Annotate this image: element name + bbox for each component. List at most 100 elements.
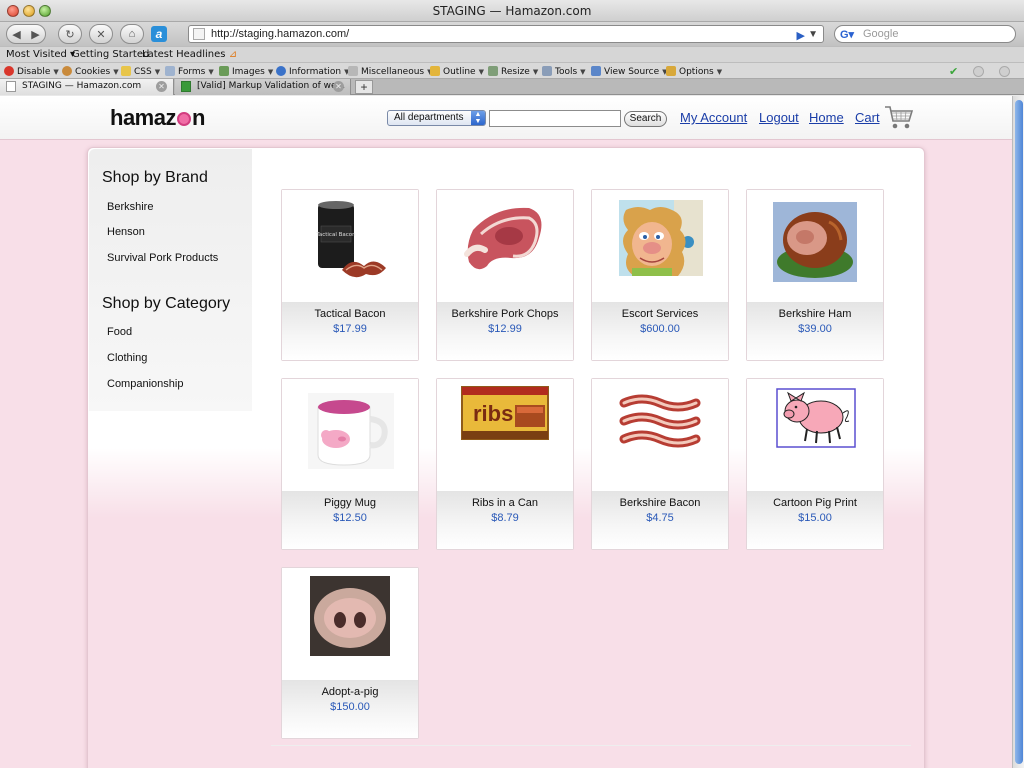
addon-a-icon[interactable]: a (151, 26, 167, 42)
logout-link[interactable]: Logout (759, 110, 799, 125)
devtool-disable[interactable]: Disable ▼ (4, 66, 59, 77)
outline-icon (430, 66, 440, 76)
devtool-options[interactable]: Options ▼ (666, 66, 722, 77)
footer-divider (271, 745, 911, 746)
product-card-berkshire-pork-chops[interactable]: Berkshire Pork Chops $12.99 (436, 189, 574, 361)
site-logo[interactable]: hamaz n (110, 105, 205, 131)
product-name[interactable]: Berkshire Bacon (592, 497, 728, 509)
url-dropdown-icon[interactable]: ▼ (808, 27, 818, 43)
product-image[interactable] (592, 379, 728, 491)
product-card-adopt-a-pig[interactable]: Adopt-a-pig $150.00 (281, 567, 419, 739)
product-name[interactable]: Cartoon Pig Print (747, 497, 883, 509)
tools-icon (542, 66, 552, 76)
product-name[interactable]: Escort Services (592, 308, 728, 320)
page-icon (193, 28, 205, 40)
devtool-css[interactable]: CSS ▼ (121, 66, 160, 77)
devtool-view-source[interactable]: View Source ▼ (591, 66, 668, 77)
product-image[interactable]: Tactical Bacon (282, 190, 418, 302)
devtool-forms[interactable]: Forms ▼ (165, 66, 214, 77)
browser-navbar: ◀ ▶ ↻ ✕ ⌂ a http://staging.hamazon.com/ ▶… (0, 22, 1024, 46)
cart-link[interactable]: Cart (855, 110, 880, 125)
devtool-resize[interactable]: Resize ▼ (488, 66, 538, 77)
product-card-escort-services[interactable]: Escort Services $600.00 (591, 189, 729, 361)
sidebar: Shop by Brand Berkshire Henson Survival … (89, 149, 252, 411)
product-image[interactable] (592, 190, 728, 302)
product-image[interactable] (282, 568, 418, 680)
sidebar-item-henson[interactable]: Henson (107, 226, 145, 238)
view-source-icon (591, 66, 601, 76)
url-bar[interactable]: http://staging.hamazon.com/ ▶ ▼ (188, 25, 824, 43)
product-price: $39.00 (798, 323, 832, 335)
product-price: $4.75 (646, 512, 674, 524)
product-image[interactable] (747, 379, 883, 491)
google-icon[interactable]: G▾ (840, 27, 854, 43)
miscellaneous-icon (348, 66, 358, 76)
product-name[interactable]: Berkshire Pork Chops (437, 308, 573, 320)
valid-check-icon[interactable]: ✔ (949, 65, 958, 78)
product-price: $15.00 (798, 512, 832, 524)
devtool-outline[interactable]: Outline ▼ (430, 66, 484, 77)
bookmark-most-visited[interactable]: Most Visited ▾ (6, 49, 75, 60)
shopping-cart-icon[interactable] (884, 104, 914, 130)
close-tab-icon[interactable]: ✕ (333, 81, 344, 92)
bookmark-latest-headlines[interactable]: Latest Headlines ⊿ (142, 49, 237, 60)
can-label: Tactical Bacon (315, 232, 356, 238)
sidebar-item-companionship[interactable]: Companionship (107, 378, 183, 390)
tab-markup-validation[interactable]: [Valid] Markup Validation of we... ✕ (175, 79, 351, 95)
my-account-link[interactable]: My Account (680, 110, 747, 125)
new-tab-button[interactable]: + (355, 80, 373, 94)
status-dot-icon[interactable] (973, 66, 985, 77)
product-card-ribs-in-a-can[interactable]: ribs Ribs in a Can $8.79 (436, 378, 574, 550)
close-tab-icon[interactable]: ✕ (156, 81, 167, 92)
window-title: STAGING — Hamazon.com (432, 4, 592, 18)
sidebar-item-berkshire[interactable]: Berkshire (107, 201, 153, 213)
options-icon (666, 66, 676, 76)
stop-button[interactable]: ✕ (89, 24, 113, 44)
product-name[interactable]: Adopt-a-pig (282, 686, 418, 698)
home-link[interactable]: Home (809, 110, 844, 125)
browser-search-placeholder: Google (863, 28, 899, 40)
tab-staging-hamazon[interactable]: STAGING — Hamazon.com ✕ (0, 79, 174, 95)
devtool-information[interactable]: Information ▼ (276, 66, 350, 77)
department-select[interactable]: All departments ▲ ▼ (387, 110, 486, 126)
product-card-berkshire-bacon[interactable]: Berkshire Bacon $4.75 (591, 378, 729, 550)
sidebar-item-survival-pork-products[interactable]: Survival Pork Products (107, 252, 218, 264)
browser-titlebar: STAGING — Hamazon.com (0, 0, 1024, 22)
product-name[interactable]: Piggy Mug (282, 497, 418, 509)
product-card-piggy-mug[interactable]: Piggy Mug $12.50 (281, 378, 419, 550)
devtool-tools[interactable]: Tools ▼ (542, 66, 586, 77)
sidebar-item-clothing[interactable]: Clothing (107, 352, 147, 364)
rss-icon: ⊿ (228, 49, 238, 60)
reload-button[interactable]: ↻ (58, 24, 82, 44)
status-dot-icon[interactable] (999, 66, 1010, 77)
devtool-miscellaneous[interactable]: Miscellaneous▼ (348, 66, 433, 77)
devtool-status: ✔ (937, 65, 1010, 78)
product-name[interactable]: Ribs in a Can (437, 497, 573, 509)
back-forward-button[interactable]: ◀ ▶ (6, 24, 46, 44)
shop-by-category-heading: Shop by Category (102, 295, 231, 312)
forward-icon[interactable]: ▶ (26, 28, 45, 41)
product-image[interactable]: ribs (437, 379, 573, 491)
browser-search-field[interactable]: G▾ Google (834, 25, 1016, 43)
product-name[interactable]: Tactical Bacon (282, 308, 418, 320)
scrollbar-thumb[interactable] (1015, 100, 1023, 764)
product-card-berkshire-ham[interactable]: Berkshire Ham $39.00 (746, 189, 884, 361)
site-search-input[interactable] (489, 110, 621, 127)
search-button[interactable]: Search (624, 111, 667, 127)
product-name[interactable]: Berkshire Ham (747, 308, 883, 320)
page-viewport: hamaz n All departments ▲ ▼ Search My Acco… (0, 96, 1012, 768)
go-icon[interactable]: ▶ (797, 28, 805, 44)
product-image[interactable] (282, 379, 418, 491)
validator-icon (181, 81, 191, 92)
bookmark-getting-started[interactable]: Getting Started (72, 49, 149, 60)
product-card-cartoon-pig-print[interactable]: Cartoon Pig Print $15.00 (746, 378, 884, 550)
devtool-images[interactable]: Images ▼ (219, 66, 273, 77)
product-image[interactable] (747, 190, 883, 302)
page-scrollbar[interactable] (1012, 96, 1024, 768)
product-image[interactable] (437, 190, 573, 302)
devtool-cookies[interactable]: Cookies ▼ (62, 66, 119, 77)
product-card-tactical-bacon[interactable]: Tactical Bacon Tactical Bacon $17.99 (281, 189, 419, 361)
home-button[interactable]: ⌂ (120, 24, 144, 44)
sidebar-item-food[interactable]: Food (107, 326, 132, 338)
back-icon[interactable]: ◀ (7, 28, 26, 41)
